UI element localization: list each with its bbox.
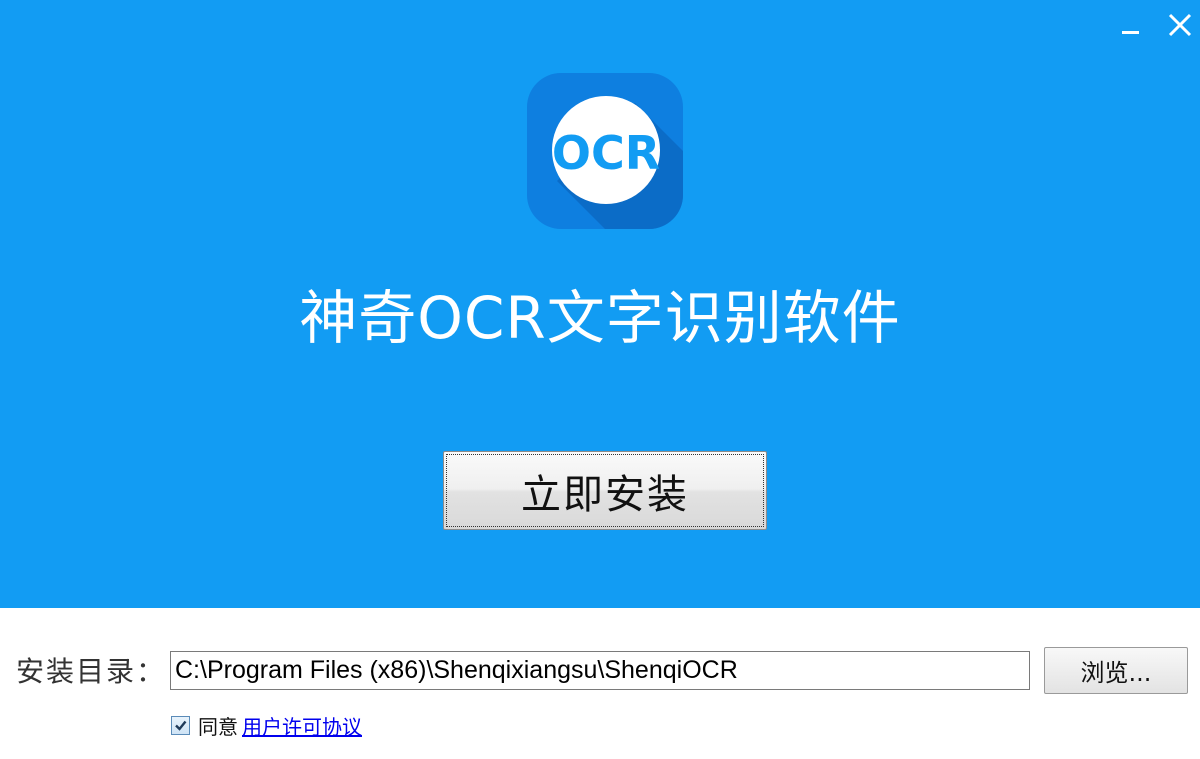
agreement-row: 同意 用户许可协议 [171, 711, 362, 740]
install-button-label: 立即安装 [446, 454, 764, 527]
ocr-logo-icon: OCR [527, 73, 683, 229]
minimize-button[interactable] [1112, 8, 1148, 44]
agree-checkbox[interactable] [171, 715, 190, 735]
install-directory-input[interactable] [170, 651, 1030, 690]
agree-label: 同意 [198, 714, 238, 739]
install-directory-label: 安装目录： [16, 655, 167, 688]
minimize-icon [1122, 31, 1139, 34]
app-logo: OCR [527, 73, 683, 229]
hero-banner: OCR 神奇OCR文字识别软件 立即安装 [0, 0, 1200, 608]
browse-button[interactable]: 浏览... [1044, 647, 1188, 694]
install-button[interactable]: 立即安装 [443, 451, 767, 530]
app-title: 神奇OCR文字识别软件 [299, 284, 901, 352]
checkmark-icon [175, 720, 187, 731]
license-agreement-link[interactable]: 用户许可协议 [242, 711, 362, 740]
close-icon [1168, 13, 1192, 37]
close-button[interactable] [1162, 8, 1198, 44]
logo-text: OCR [552, 126, 660, 180]
